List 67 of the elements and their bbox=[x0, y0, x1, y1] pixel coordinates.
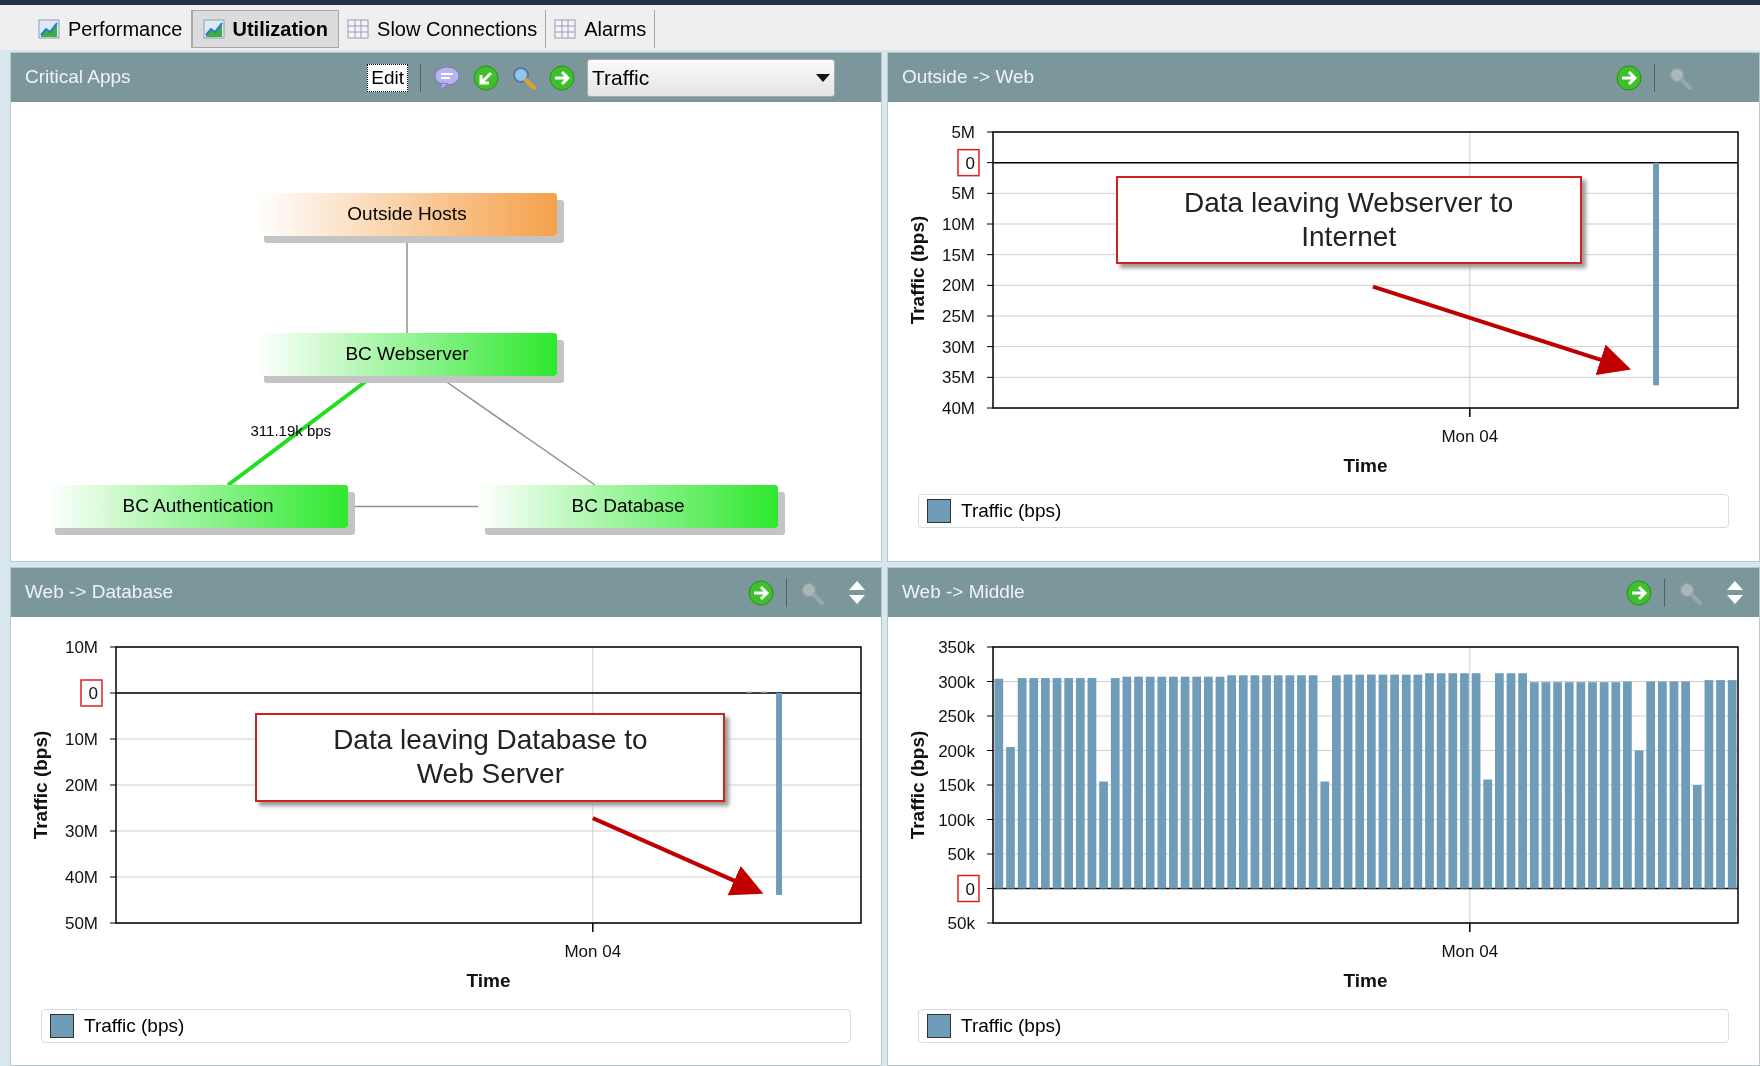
y-tick-label: 5M bbox=[951, 184, 975, 204]
callout-text: Data leaving Webserver to Internet bbox=[1115, 176, 1582, 265]
table-icon bbox=[347, 19, 370, 39]
x-tick-label: Mon 04 bbox=[564, 942, 622, 961]
y-tick-label: 40M bbox=[941, 399, 975, 418]
y-tick-label: 35M bbox=[941, 368, 975, 388]
speech-bubble-icon[interactable] bbox=[433, 64, 461, 91]
table-icon bbox=[554, 19, 577, 39]
y-tick-label: 50M bbox=[64, 914, 98, 933]
tab[interactable]: Slow Connections bbox=[339, 10, 547, 48]
y-tick-label: 0 bbox=[965, 879, 975, 899]
arrow-right-icon[interactable] bbox=[748, 579, 774, 606]
x-axis-title: Time bbox=[466, 970, 511, 991]
y-tick-label: 50k bbox=[947, 845, 975, 864]
y-axis-title: Traffic (bps) bbox=[907, 730, 928, 840]
y-axis-title: Traffic (bps) bbox=[30, 730, 51, 840]
dropdown-caret-icon bbox=[816, 73, 830, 82]
arrow-circle-icon[interactable] bbox=[473, 64, 499, 91]
callout-text: Data leaving Database to Web Server bbox=[255, 713, 726, 802]
search-icon[interactable] bbox=[511, 64, 537, 91]
y-tick-label: 40M bbox=[64, 868, 98, 887]
highlight-box bbox=[80, 679, 103, 707]
metric-dropdown[interactable]: Traffic bbox=[587, 58, 835, 97]
panel-title: Critical Apps bbox=[25, 65, 131, 90]
tab[interactable]: Utilization bbox=[191, 10, 340, 48]
tab[interactable]: Performance bbox=[30, 10, 192, 48]
legend-label: Traffic (bps) bbox=[961, 1013, 1062, 1038]
x-tick-label: Mon 04 bbox=[1441, 942, 1499, 961]
highlight-box bbox=[957, 874, 980, 903]
y-tick-label: 10M bbox=[64, 638, 98, 657]
legend-label: Traffic (bps) bbox=[84, 1013, 185, 1038]
arrow-right-icon[interactable] bbox=[1626, 579, 1652, 606]
y-tick-label: 20M bbox=[941, 276, 975, 296]
y-tick-label: 5M bbox=[951, 123, 975, 142]
y-tick-label: 250k bbox=[938, 707, 975, 726]
panel-title: Web -> Database bbox=[25, 580, 174, 605]
y-tick-label: 0 bbox=[965, 153, 975, 173]
arrow-right-icon[interactable] bbox=[549, 64, 575, 91]
panel-title: Web -> Middle bbox=[902, 580, 1025, 605]
highlight-box bbox=[957, 148, 980, 177]
edit-button[interactable]: Edit bbox=[367, 63, 408, 92]
up-down-icon[interactable] bbox=[1725, 579, 1745, 606]
arrow-right-icon[interactable] bbox=[1616, 64, 1642, 91]
legend-label: Traffic (bps) bbox=[961, 498, 1062, 523]
y-tick-label: 300k bbox=[938, 672, 975, 692]
y-tick-label: 30M bbox=[64, 822, 98, 841]
x-tick-label: Mon 04 bbox=[1441, 427, 1499, 446]
y-tick-label: 150k bbox=[938, 776, 975, 795]
y-tick-label: 10M bbox=[941, 215, 975, 234]
up-down-icon[interactable] bbox=[847, 579, 867, 606]
y-tick-label: 200k bbox=[938, 741, 975, 761]
y-tick-label: 350k bbox=[938, 638, 975, 657]
y-tick-label: 25M bbox=[941, 307, 975, 326]
y-tick-label: 0 bbox=[88, 684, 98, 703]
panel-title: Outside -> Web bbox=[902, 65, 1035, 90]
x-axis-title: Time bbox=[1343, 455, 1388, 476]
x-axis-title: Time bbox=[1343, 970, 1388, 991]
y-tick-label: 20M bbox=[64, 776, 98, 795]
chart-icon bbox=[38, 19, 60, 39]
y-tick-label: 50k bbox=[947, 914, 975, 933]
y-tick-label: 30M bbox=[941, 337, 975, 357]
chart-icon bbox=[202, 19, 225, 39]
y-tick-label: 10M bbox=[64, 730, 98, 749]
y-tick-label: 100k bbox=[938, 810, 975, 830]
tab[interactable]: Alarms bbox=[546, 10, 656, 48]
y-tick-label: 15M bbox=[941, 245, 975, 265]
y-axis-title: Traffic (bps) bbox=[907, 215, 928, 325]
